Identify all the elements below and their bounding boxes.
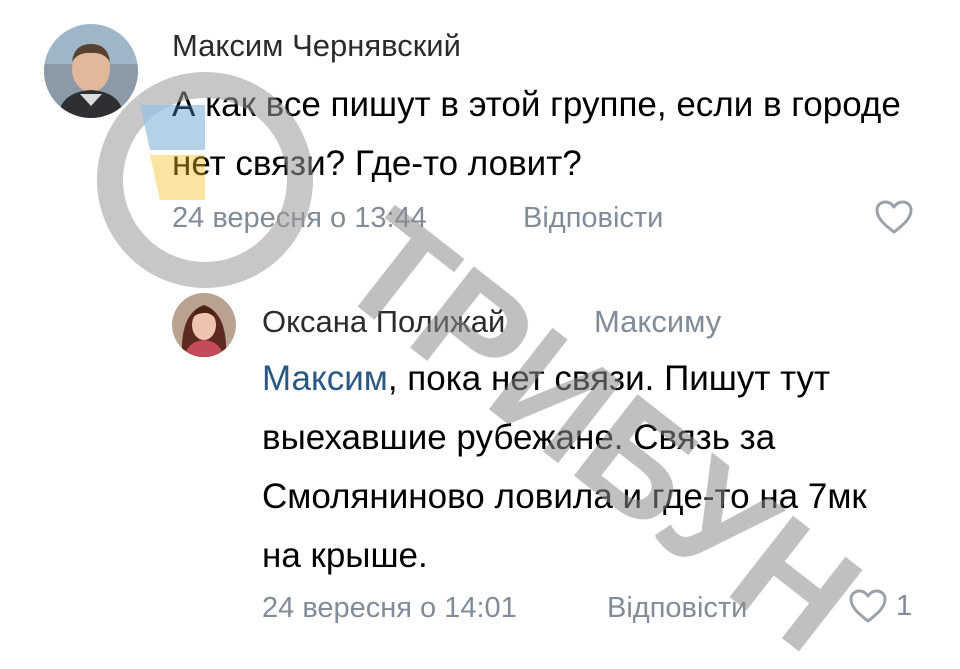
reply-to-link[interactable]: Максиму (594, 304, 721, 340)
like-button[interactable] (874, 199, 914, 235)
avatar[interactable] (172, 293, 236, 357)
comment-text: А как все пишут в этой группе, если в го… (172, 85, 901, 183)
avatar[interactable] (44, 24, 138, 118)
reply-button[interactable]: Відповісти (607, 592, 747, 625)
comment-date[interactable]: 24 вересня о 13:44 (172, 202, 427, 235)
reply-button[interactable]: Відповісти (523, 202, 663, 235)
like-button[interactable]: 1 (848, 588, 912, 624)
mention-link[interactable]: Максим (262, 359, 388, 398)
comment-author[interactable]: Максим Чернявский (172, 28, 461, 64)
comment-author[interactable]: Оксана Полижай (262, 304, 505, 340)
comment-text: Максим, пока нет связи. Пишут тут выехав… (262, 349, 912, 585)
heart-outline-icon (875, 200, 913, 234)
like-count: 1 (896, 589, 913, 622)
comment-date[interactable]: 24 вересня о 14:01 (262, 592, 517, 625)
heart-outline-icon (849, 589, 887, 623)
